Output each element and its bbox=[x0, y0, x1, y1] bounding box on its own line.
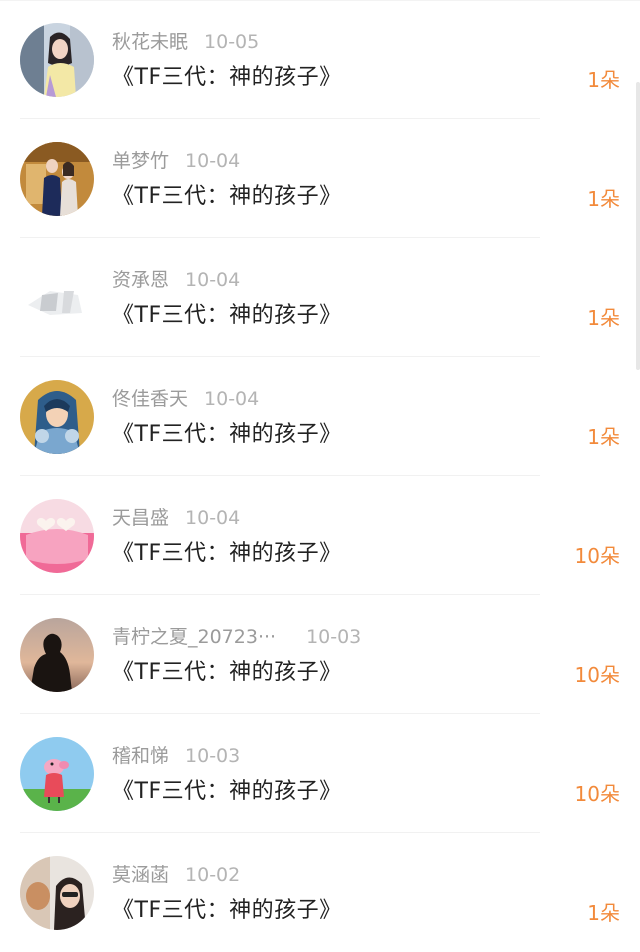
item-meta: 青柠之夏_20723··· 10-03 bbox=[112, 625, 361, 649]
list-item[interactable]: 稽和悌 10-03 《TF三代：神的孩子》 10朵 bbox=[0, 714, 640, 833]
book-title[interactable]: 《TF三代：神的孩子》 bbox=[112, 777, 342, 807]
gift-record-list: 秋花未眠 10-05 《TF三代：神的孩子》 1朵 单梦竹 10-04 《TF三代：… bbox=[0, 0, 640, 948]
date-label: 10-04 bbox=[185, 269, 241, 291]
list-item[interactable]: 佟佳香天 10-04 《TF三代：神的孩子》 1朵 bbox=[0, 357, 640, 476]
flower-count: 1朵 bbox=[587, 68, 620, 92]
list-item[interactable]: 单梦竹 10-04 《TF三代：神的孩子》 1朵 bbox=[0, 119, 640, 238]
flower-count: 1朵 bbox=[587, 425, 620, 449]
book-title[interactable]: 《TF三代：神的孩子》 bbox=[112, 896, 342, 926]
user-name[interactable]: 秋花未眠 bbox=[112, 31, 188, 53]
item-meta: 秋花未眠 10-05 bbox=[112, 30, 259, 54]
date-label: 10-05 bbox=[204, 31, 260, 53]
date-label: 10-03 bbox=[306, 626, 362, 648]
date-label: 10-03 bbox=[185, 745, 241, 767]
date-label: 10-04 bbox=[185, 507, 241, 529]
book-title[interactable]: 《TF三代：神的孩子》 bbox=[112, 182, 342, 212]
selfie-avatar-icon[interactable] bbox=[20, 856, 94, 930]
date-label: 10-04 bbox=[185, 150, 241, 172]
item-meta: 资承恩 10-04 bbox=[112, 268, 240, 292]
couple-photo-avatar-icon[interactable] bbox=[20, 142, 94, 216]
pale-logo-avatar-icon[interactable] bbox=[20, 261, 94, 335]
item-meta: 佟佳香天 10-04 bbox=[112, 387, 259, 411]
flower-count: 1朵 bbox=[587, 187, 620, 211]
book-title[interactable]: 《TF三代：神的孩子》 bbox=[112, 658, 342, 688]
girl-photo-avatar-icon[interactable] bbox=[20, 23, 94, 97]
user-name[interactable]: 莫涵菡 bbox=[112, 864, 169, 886]
user-name[interactable]: 稽和悌 bbox=[112, 745, 169, 767]
item-meta: 稽和悌 10-03 bbox=[112, 744, 240, 768]
flower-count: 10朵 bbox=[574, 782, 620, 806]
user-name[interactable]: 天昌盛 bbox=[112, 507, 169, 529]
item-meta: 单梦竹 10-04 bbox=[112, 149, 240, 173]
list-item[interactable]: 天昌盛 10-04 《TF三代：神的孩子》 10朵 bbox=[0, 476, 640, 595]
book-title[interactable]: 《TF三代：神的孩子》 bbox=[112, 539, 342, 569]
list-item[interactable]: 莫涵菡 10-02 《TF三代：神的孩子》 1朵 bbox=[0, 833, 640, 952]
user-name[interactable]: 佟佳香天 bbox=[112, 388, 188, 410]
heart-pillow-avatar-icon[interactable] bbox=[20, 499, 94, 573]
sunset-silhouette-avatar-icon[interactable] bbox=[20, 618, 94, 692]
user-name[interactable]: 单梦竹 bbox=[112, 150, 169, 172]
book-title[interactable]: 《TF三代：神的孩子》 bbox=[112, 420, 342, 450]
list-item[interactable]: 秋花未眠 10-05 《TF三代：神的孩子》 1朵 bbox=[0, 0, 640, 119]
list-item[interactable]: 资承恩 10-04 《TF三代：神的孩子》 1朵 bbox=[0, 238, 640, 357]
flower-count: 1朵 bbox=[587, 901, 620, 925]
flower-count: 10朵 bbox=[574, 544, 620, 568]
item-meta: 天昌盛 10-04 bbox=[112, 506, 240, 530]
list-item[interactable]: 青柠之夏_20723··· 10-03 《TF三代：神的孩子》 10朵 bbox=[0, 595, 640, 714]
date-label: 10-04 bbox=[204, 388, 260, 410]
flower-count: 1朵 bbox=[587, 306, 620, 330]
game-character-avatar-icon[interactable] bbox=[20, 380, 94, 454]
user-name[interactable]: 资承恩 bbox=[112, 269, 169, 291]
book-title[interactable]: 《TF三代：神的孩子》 bbox=[112, 301, 342, 331]
item-meta: 莫涵菡 10-02 bbox=[112, 863, 240, 887]
scrollbar[interactable] bbox=[636, 82, 640, 370]
cartoon-pig-avatar-icon[interactable] bbox=[20, 737, 94, 811]
flower-count: 10朵 bbox=[574, 663, 620, 687]
user-name[interactable]: 青柠之夏_20723··· bbox=[112, 626, 276, 648]
date-label: 10-02 bbox=[185, 864, 241, 886]
book-title[interactable]: 《TF三代：神的孩子》 bbox=[112, 63, 342, 93]
